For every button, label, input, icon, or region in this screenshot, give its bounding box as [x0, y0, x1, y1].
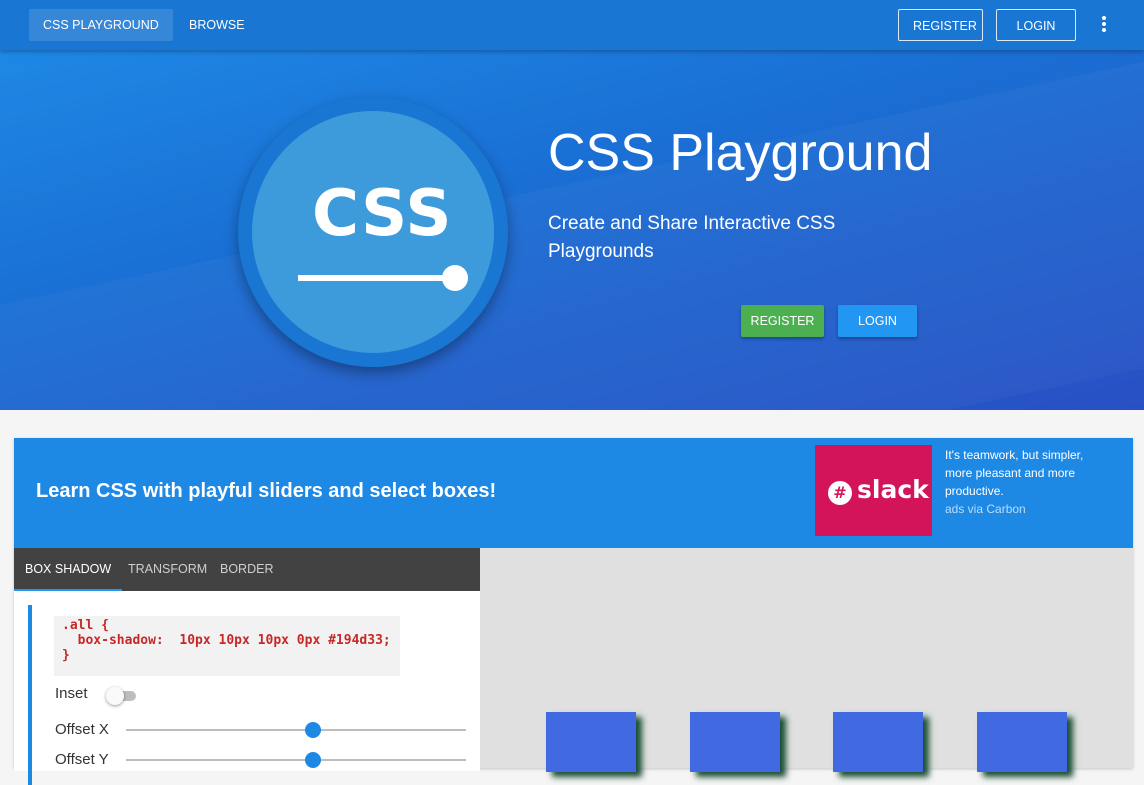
editor-accent-bar [28, 605, 32, 785]
more-vert-icon[interactable] [1096, 14, 1112, 36]
property-tabs: BOX SHADOW TRANSFORM BORDER [14, 548, 480, 591]
slider-thumb[interactable] [305, 752, 321, 768]
tab-box-shadow[interactable]: BOX SHADOW [14, 548, 123, 591]
ad-brand: slack [857, 475, 929, 504]
ad-image[interactable]: # slack [815, 445, 932, 536]
slack-logo-icon: # [828, 481, 852, 505]
logo-text: CSS [312, 177, 453, 251]
hero-register-button[interactable]: REGISTER [741, 305, 824, 337]
offset-y-label: Offset Y [55, 751, 109, 768]
offset-x-label: Offset X [55, 721, 109, 738]
hero-subtitle: Create and Share Interactive CSS Playgro… [548, 213, 836, 262]
offset-x-slider[interactable] [126, 721, 466, 739]
preview-box [546, 712, 636, 772]
css-code-block: .all { box-shadow: 10px 10px 10px 0px #1… [54, 616, 400, 676]
logo-slider-line [298, 275, 448, 281]
tab-border[interactable]: BORDER [209, 548, 284, 591]
inset-toggle[interactable] [106, 687, 136, 705]
css-logo: CSS [238, 97, 508, 367]
slider-track [126, 729, 466, 731]
browse-link[interactable]: BROWSE [175, 9, 259, 41]
brand-link[interactable]: CSS PLAYGROUND [29, 9, 173, 41]
offset-y-slider[interactable] [126, 751, 466, 769]
ad-via-carbon[interactable]: ads via Carbon [945, 502, 1026, 516]
preview-box [833, 712, 923, 772]
hero-section: CSS CSS Playground Create and Share Inte… [0, 50, 1144, 410]
top-app-bar: CSS PLAYGROUND BROWSE REGISTER LOGIN [0, 0, 1144, 50]
inset-label: Inset [55, 685, 88, 702]
tab-transform[interactable]: TRANSFORM [117, 548, 218, 591]
preview-box [976, 712, 1067, 772]
preview-area [480, 548, 1133, 772]
logo-circle: CSS [252, 111, 494, 353]
hero-login-button[interactable]: LOGIN [838, 305, 917, 337]
ad-text[interactable]: It's teamwork, but simpler, more pleasan… [945, 446, 1105, 500]
slider-thumb[interactable] [305, 722, 321, 738]
editor-panel: .all { box-shadow: 10px 10px 10px 0px #1… [14, 591, 480, 785]
slider-track [126, 759, 466, 761]
learn-heading: Learn CSS with playful sliders and selec… [36, 480, 497, 502]
topbar-login-button[interactable]: LOGIN [996, 9, 1076, 41]
logo-slider-knob [442, 265, 468, 291]
toggle-thumb [106, 687, 124, 705]
preview-box [689, 712, 780, 772]
hero-title: CSS Playground [548, 124, 933, 182]
topbar-register-button[interactable]: REGISTER [898, 9, 983, 41]
learn-card-header: Learn CSS with playful sliders and selec… [14, 438, 1133, 548]
learn-card: Learn CSS with playful sliders and selec… [14, 438, 1133, 785]
